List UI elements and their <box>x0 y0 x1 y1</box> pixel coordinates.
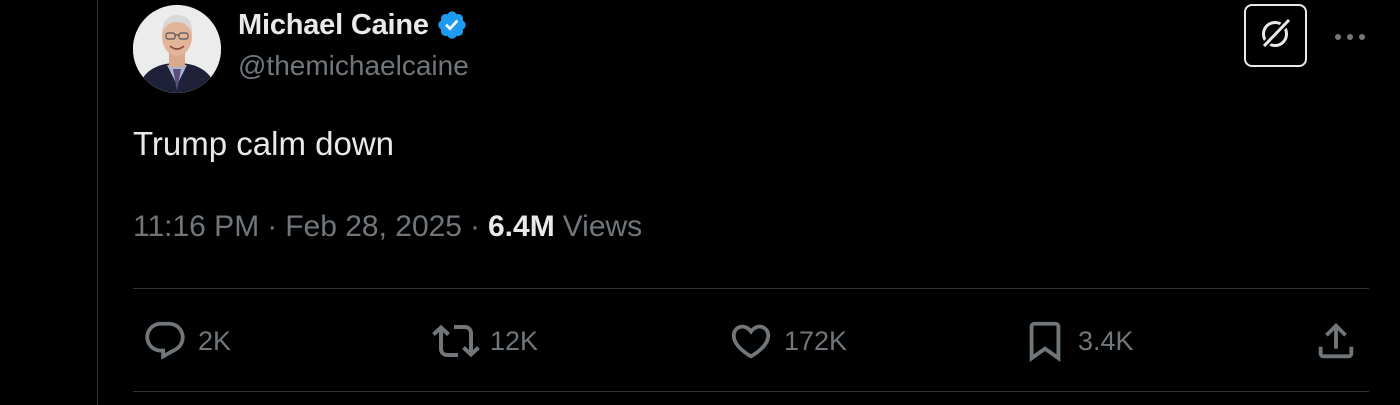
verified-badge-icon[interactable] <box>436 9 468 41</box>
views-count: 6.4M <box>488 210 555 243</box>
meta-separator: · <box>267 210 278 243</box>
avatar-image <box>133 5 221 93</box>
tweet-detail-view: Michael Caine @themichaelcaine Trump cal… <box>0 0 1400 405</box>
reply-button[interactable]: 2K <box>142 316 231 366</box>
tweet-date[interactable]: Feb 28, 2025 <box>285 210 462 244</box>
bookmark-button[interactable]: 3.4K <box>1022 316 1134 366</box>
tweet-text: Trump calm down <box>133 125 395 162</box>
share-button[interactable] <box>1313 316 1359 366</box>
display-name[interactable]: Michael Caine <box>238 9 429 42</box>
grok-button[interactable] <box>1244 4 1307 67</box>
tweet-meta: 11:16 PM · Feb 28, 2025 · 6.4M Views <box>133 210 642 244</box>
share-icon <box>1313 318 1359 364</box>
like-button[interactable]: 172K <box>728 316 847 366</box>
like-count: 172K <box>784 325 848 356</box>
more-icon <box>1333 29 1367 47</box>
reply-count: 2K <box>198 325 232 356</box>
repost-count: 12K <box>490 325 539 356</box>
repost-icon <box>432 317 480 365</box>
avatar[interactable] <box>133 5 221 93</box>
reply-icon <box>142 318 188 364</box>
divider <box>133 391 1369 392</box>
grok-icon <box>1256 13 1296 58</box>
column-divider <box>97 0 98 405</box>
more-options-button[interactable] <box>1330 20 1370 56</box>
bookmark-count: 3.4K <box>1078 325 1134 356</box>
author-name-row[interactable]: Michael Caine <box>238 6 468 44</box>
author-handle[interactable]: @themichaelcaine <box>238 50 469 82</box>
heart-icon <box>728 318 774 364</box>
tweet-time[interactable]: 11:16 PM <box>133 210 259 244</box>
bookmark-icon <box>1022 318 1068 364</box>
meta-separator: · <box>470 210 480 243</box>
views-label: Views <box>562 210 643 243</box>
divider <box>133 288 1369 289</box>
repost-button[interactable]: 12K <box>432 316 538 366</box>
